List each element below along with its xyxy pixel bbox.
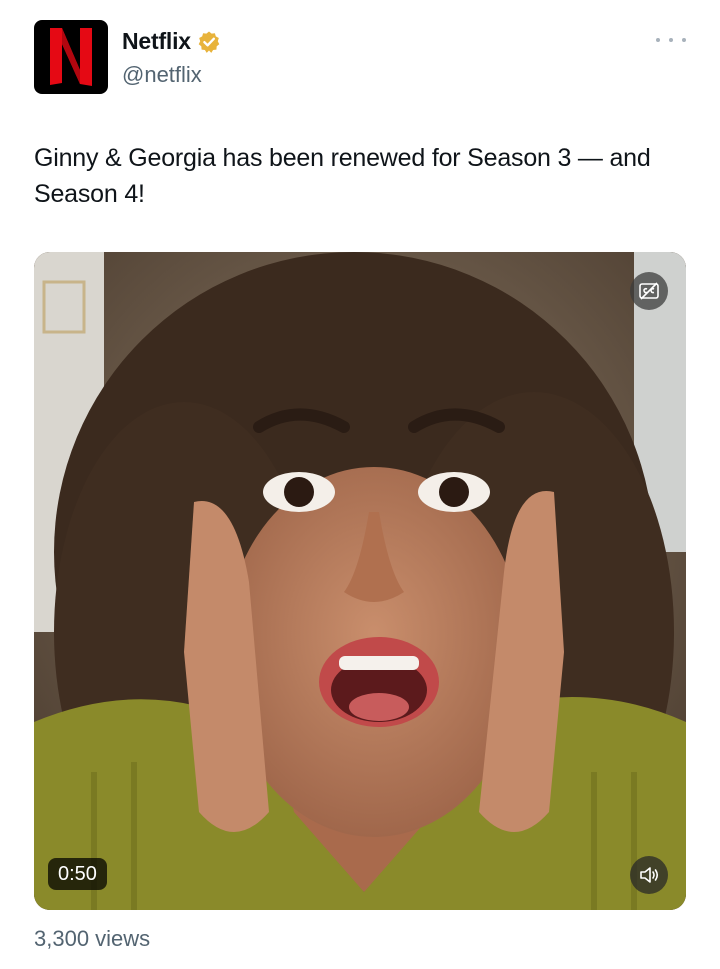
avatar[interactable] (34, 20, 108, 94)
video-player[interactable]: 0:50 (34, 252, 686, 910)
verified-badge-icon (197, 30, 221, 54)
author-name-row: Netflix (122, 28, 221, 55)
tweet-text: Ginny & Georgia has been renewed for Sea… (34, 144, 651, 208)
video-thumbnail (34, 252, 686, 910)
view-count: 3,300 views (34, 926, 151, 951)
more-horizontal-icon[interactable] (656, 30, 686, 50)
author-display-name[interactable]: Netflix (122, 28, 191, 55)
author-handle[interactable]: @netflix (122, 62, 202, 88)
volume-icon[interactable] (630, 856, 668, 894)
tweet-card: Netflix @netflix Ginny & Georgia has bee… (0, 0, 720, 969)
video-duration-badge: 0:50 (48, 858, 107, 890)
netflix-logo (50, 28, 92, 86)
closed-captions-icon[interactable] (630, 272, 668, 310)
